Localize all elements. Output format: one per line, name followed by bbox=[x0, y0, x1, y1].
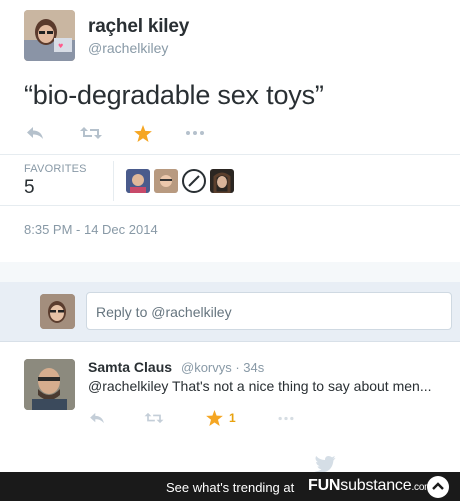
reply-icon[interactable] bbox=[88, 407, 106, 429]
brand-rest: substance bbox=[340, 477, 412, 494]
favoriter-avatar[interactable] bbox=[154, 169, 178, 193]
stats-divider bbox=[113, 161, 114, 201]
section-gap bbox=[0, 262, 460, 282]
main-tweet: ♥ raçhel kiley @rachelkiley “bio-degrada… bbox=[0, 0, 460, 262]
reply-composer: Reply to @rachelkiley bbox=[0, 282, 460, 342]
reply-meta[interactable]: @korvys · 34s bbox=[181, 360, 264, 375]
brand-bold: FUN bbox=[308, 477, 341, 494]
reply-text: @rachelkiley That's not a nice thing to … bbox=[88, 378, 432, 394]
more-dots-icon[interactable] bbox=[276, 407, 296, 429]
reply-placeholder: Reply to @rachelkiley bbox=[96, 304, 232, 320]
funsubstance-logo[interactable]: FUNsubstance.com bbox=[308, 477, 433, 495]
tweet-stats: FAVORITES 5 bbox=[0, 154, 460, 206]
favoriter-avatar[interactable] bbox=[182, 169, 206, 193]
favoriter-avatar[interactable] bbox=[126, 169, 150, 193]
favorites-count[interactable]: 5 bbox=[24, 177, 35, 199]
reply-tweet: Samta Claus @korvys · 34s @rachelkiley T… bbox=[0, 343, 460, 471]
favorites-label: FAVORITES bbox=[24, 163, 87, 175]
retweet-icon[interactable] bbox=[80, 122, 102, 144]
current-user-avatar bbox=[40, 294, 75, 329]
reply-favorite-count: 1 bbox=[229, 411, 236, 425]
favoriter-avatars bbox=[126, 169, 234, 193]
reply-author-avatar[interactable] bbox=[24, 359, 75, 410]
chevron-up-icon bbox=[432, 482, 444, 490]
footer-cta: See what's trending at bbox=[166, 480, 295, 495]
svg-text:♥: ♥ bbox=[58, 43, 63, 50]
tweet-actions bbox=[24, 120, 206, 146]
reply-body: That's not a nice thing to say about men… bbox=[168, 378, 432, 394]
author-handle[interactable]: @rachelkiley bbox=[88, 40, 168, 56]
reply-author-name[interactable]: Samta Claus bbox=[88, 359, 172, 375]
reply-icon[interactable] bbox=[24, 122, 46, 144]
scroll-up-button[interactable] bbox=[427, 476, 449, 498]
favorite-star-icon[interactable]: 1 bbox=[206, 407, 236, 429]
favorite-star-icon[interactable] bbox=[132, 122, 154, 144]
watermark-footer: See what's trending at FUNsubstance.com bbox=[0, 472, 460, 501]
retweet-icon[interactable] bbox=[144, 407, 164, 429]
more-dots-icon[interactable] bbox=[184, 122, 206, 144]
reply-mention[interactable]: @rachelkiley bbox=[88, 378, 168, 394]
author-avatar[interactable]: ♥ bbox=[24, 10, 75, 61]
tweet-text: “bio-degradable sex toys” bbox=[24, 80, 324, 110]
author-display-name[interactable]: raçhel kiley bbox=[88, 16, 189, 38]
favoriter-avatar[interactable] bbox=[210, 169, 234, 193]
reply-actions: 1 bbox=[88, 407, 296, 429]
tweet-timestamp[interactable]: 8:35 PM - 14 Dec 2014 bbox=[24, 222, 158, 237]
reply-input[interactable]: Reply to @rachelkiley bbox=[86, 292, 452, 330]
